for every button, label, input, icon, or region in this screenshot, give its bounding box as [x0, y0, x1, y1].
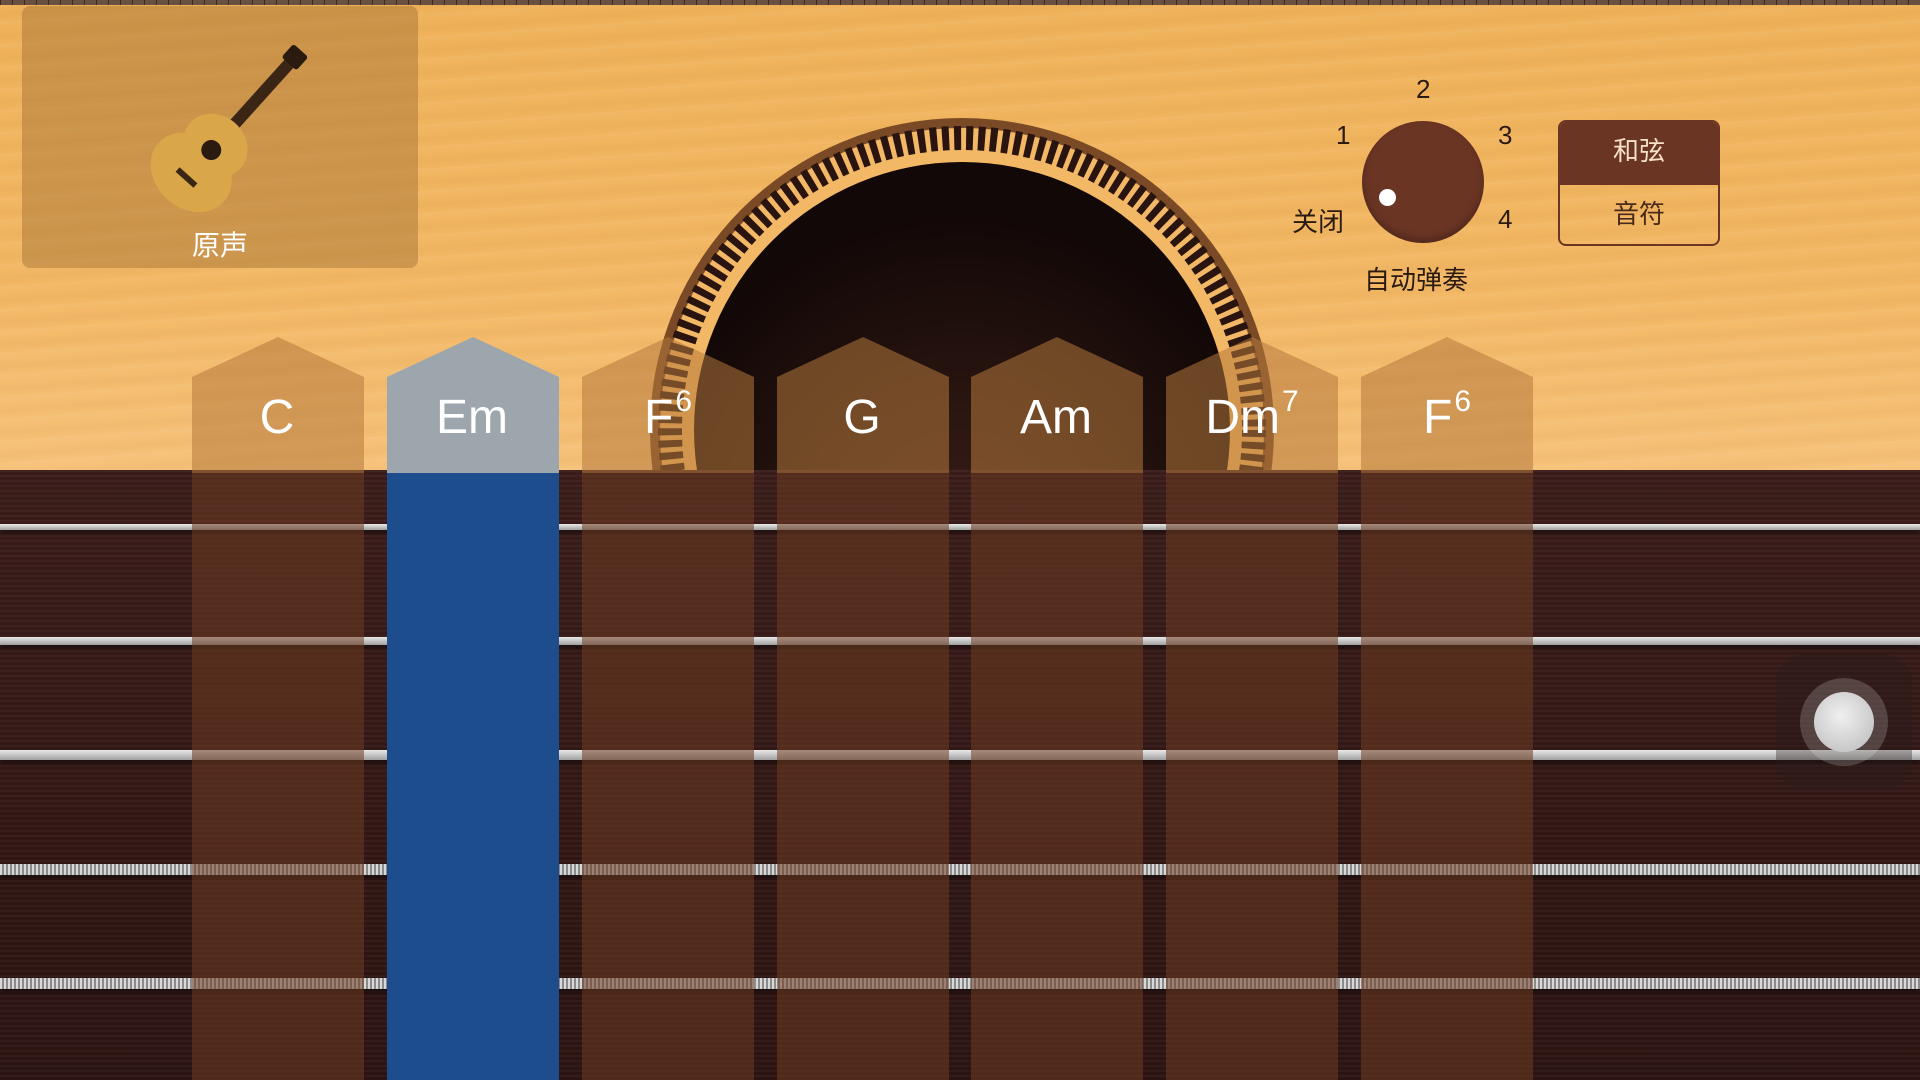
chord-label: Em — [436, 391, 508, 444]
knob-indicator — [1379, 189, 1396, 206]
assistive-dot — [1814, 692, 1874, 752]
chord-strip-body — [582, 473, 754, 1080]
chord-strip-g[interactable]: G — [777, 337, 949, 1080]
chords-notes-toggle[interactable]: 和弦 音符 — [1558, 120, 1720, 246]
chord-strip-f6[interactable]: F6 — [582, 337, 754, 1080]
autoplay-label: 自动弹奏 — [1364, 266, 1469, 296]
chords-mode-button[interactable]: 和弦 — [1560, 122, 1718, 183]
chord-strip-body — [1166, 473, 1338, 1080]
assistive-touch-button[interactable] — [1776, 654, 1912, 790]
chord-label: Dm7 — [1205, 385, 1299, 444]
chord-label: F6 — [643, 385, 692, 444]
autoplay-position-1[interactable]: 1 — [1336, 120, 1350, 151]
autoplay-position-2[interactable]: 2 — [1416, 74, 1430, 105]
chord-label: C — [259, 391, 295, 444]
chord-strip-body — [971, 473, 1143, 1080]
instrument-name: 原声 — [191, 229, 248, 262]
chord-label: G — [843, 391, 881, 444]
autoplay-off-label[interactable]: 关闭 — [1292, 202, 1344, 239]
acoustic-guitar-icon — [150, 45, 308, 212]
chord-label: Am — [1020, 391, 1092, 444]
chord-label: F6 — [1422, 385, 1471, 444]
autoplay-position-3[interactable]: 3 — [1498, 120, 1512, 151]
chord-strip-body — [777, 473, 949, 1080]
chord-strip-c[interactable]: C — [192, 337, 364, 1080]
autoplay-position-4[interactable]: 4 — [1498, 204, 1512, 235]
chord-strip-f6-2[interactable]: F6 — [1361, 337, 1533, 1080]
chord-strip-em[interactable]: Em — [387, 337, 559, 1080]
chord-strip-am[interactable]: Am — [971, 337, 1143, 1080]
chord-strip-body — [192, 473, 364, 1080]
autoplay-knob[interactable] — [1362, 121, 1484, 243]
instrument-selector[interactable]: 原声 — [22, 6, 418, 268]
notes-mode-button[interactable]: 音符 — [1560, 183, 1718, 244]
chord-strip-body — [1361, 473, 1533, 1080]
chord-strip-body — [387, 473, 559, 1080]
chord-strip-dm7[interactable]: Dm7 — [1166, 337, 1338, 1080]
